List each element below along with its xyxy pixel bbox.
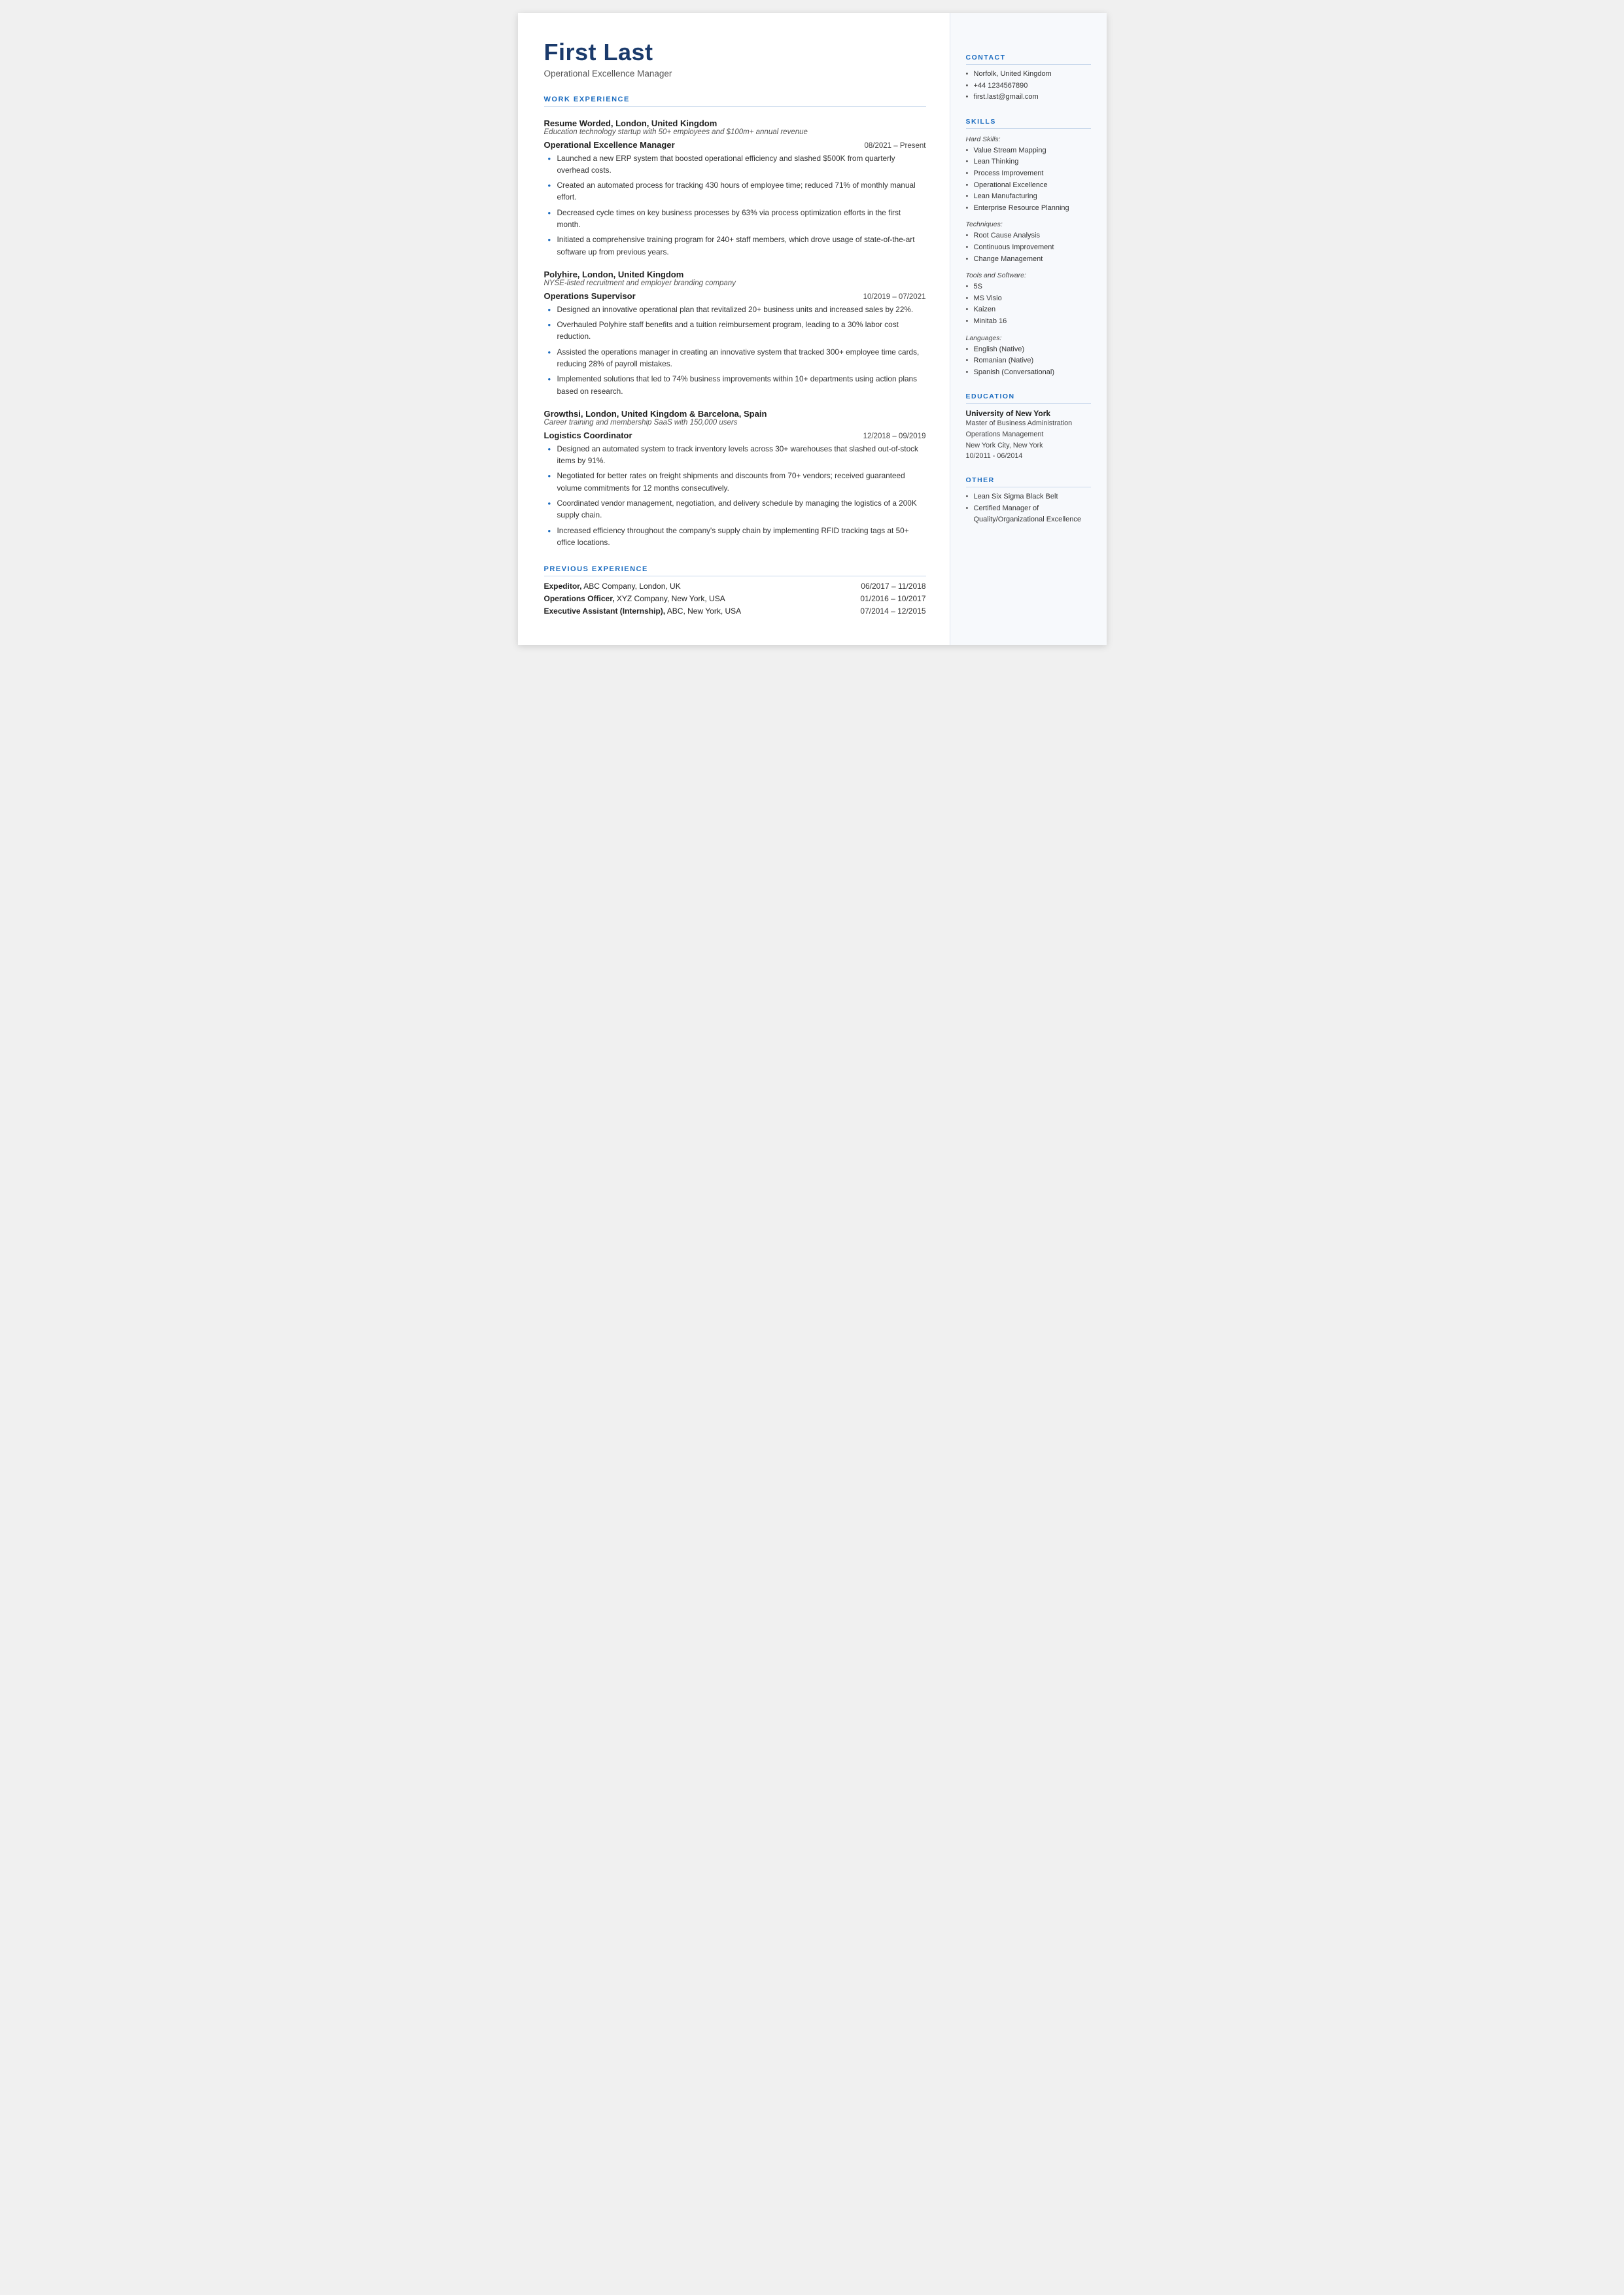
tool-kaizen: Kaizen [966,304,1091,316]
bullet-item: Coordinated vendor management, negotiati… [548,497,926,521]
prev-exp-1-date: 06/2017 – 11/2018 [861,582,925,591]
job-2-date: 10/2019 – 07/2021 [863,293,926,301]
skill-continuous-improvement: Continuous Improvement [966,242,1091,254]
company-1-desc: Education technology startup with 50+ em… [544,128,926,136]
skill-process-improvement: Process Improvement [966,168,1091,180]
bullet-item: Launched a new ERP system that boosted o… [548,152,926,177]
company-2-name: Polyhire, London, United Kingdom [544,270,926,279]
prev-exp-3-date: 07/2014 – 12/2015 [860,606,925,616]
other-section-title: OTHER [966,476,1091,487]
contact-email: first.last@gmail.com [966,92,1091,103]
other-list: Lean Six Sigma Black Belt Certified Mana… [966,491,1091,526]
previous-experience-list: Expeditor, ABC Company, London, UK 06/20… [544,582,926,616]
bullet-item: Created an automated process for trackin… [548,179,926,203]
job-1-role-row: Operational Excellence Manager 08/2021 –… [544,140,926,150]
bullet-item: Decreased cycle times on key business pr… [548,207,926,231]
skill-change-management: Change Management [966,254,1091,266]
tools-list: 5S MS Visio Kaizen Minitab 16 [966,281,1091,327]
company-3-rest: London, United Kingdom & Barcelona, Spai… [583,409,767,419]
company-3-bold: Growthsi, [544,409,583,419]
edu-degree: Master of Business Administration [966,418,1091,429]
edu-dates: 10/2011 - 06/2014 [966,451,1091,462]
other-lssbb: Lean Six Sigma Black Belt [966,491,1091,503]
prev-exp-row-1: Expeditor, ABC Company, London, UK 06/20… [544,582,926,591]
edu-field: Operations Management [966,429,1091,440]
skill-lean-thinking: Lean Thinking [966,156,1091,168]
company-2-desc: NYSE-listed recruitment and employer bra… [544,279,926,287]
prev-exp-3-left: Executive Assistant (Internship), ABC, N… [544,606,742,616]
techniques-label: Techniques: [966,220,1091,228]
tools-label: Tools and Software: [966,272,1091,279]
edu-school: University of New York [966,409,1091,418]
company-1-rest: London, United Kingdom [613,118,717,128]
job-3-bullets: Designed an automated system to track in… [544,443,926,548]
full-name: First Last [544,39,926,65]
prev-exp-row-2: Operations Officer, XYZ Company, New Yor… [544,594,926,603]
tool-minitab: Minitab 16 [966,316,1091,328]
skill-op-excellence: Operational Excellence [966,180,1091,192]
company-3-desc: Career training and membership SaaS with… [544,419,926,427]
skill-rca: Root Cause Analysis [966,230,1091,242]
hard-skills-label: Hard Skills: [966,135,1091,143]
job-2: Polyhire, London, United Kingdom NYSE-li… [544,270,926,397]
bullet-item: Designed an innovative operational plan … [548,304,926,315]
other-cmq: Certified Manager of Quality/Organizatio… [966,503,1091,526]
contact-list: Norfolk, United Kingdom +44 1234567890 f… [966,69,1091,103]
job-3-date: 12/2018 – 09/2019 [863,432,926,440]
header: First Last Operational Excellence Manage… [544,39,926,79]
job-2-bullets: Designed an innovative operational plan … [544,304,926,397]
work-experience-section-title: WORK EXPERIENCE [544,96,926,107]
contact-location: Norfolk, United Kingdom [966,69,1091,80]
edu-location: New York City, New York [966,440,1091,451]
company-1-name: Resume Worded, London, United Kingdom [544,118,926,128]
sidebar: CONTACT Norfolk, United Kingdom +44 1234… [950,13,1107,645]
skills-section-title: SKILLS [966,118,1091,129]
languages-label: Languages: [966,334,1091,342]
lang-spanish: Spanish (Conversational) [966,367,1091,379]
contact-section-title: CONTACT [966,54,1091,65]
bullet-item: Overhauled Polyhire staff benefits and a… [548,319,926,343]
job-1-date: 08/2021 – Present [865,142,926,150]
job-title: Operational Excellence Manager [544,69,926,79]
previous-experience-section-title: PREVIOUS EXPERIENCE [544,565,926,576]
lang-romanian: Romanian (Native) [966,355,1091,367]
hard-skills-list: Value Stream Mapping Lean Thinking Proce… [966,145,1091,215]
bullet-item: Negotiated for better rates on freight s… [548,470,926,494]
job-1-bullets: Launched a new ERP system that boosted o… [544,152,926,258]
job-3-role-row: Logistics Coordinator 12/2018 – 09/2019 [544,430,926,440]
prev-exp-2-left: Operations Officer, XYZ Company, New Yor… [544,594,725,603]
prev-exp-row-3: Executive Assistant (Internship), ABC, N… [544,606,926,616]
prev-exp-2-date: 01/2016 – 10/2017 [860,594,925,603]
job-3-role: Logistics Coordinator [544,430,632,440]
company-1-bold: Resume Worded, [544,118,613,128]
skill-vsm: Value Stream Mapping [966,145,1091,157]
languages-list: English (Native) Romanian (Native) Spani… [966,344,1091,379]
tool-5s: 5S [966,281,1091,293]
lang-english: English (Native) [966,344,1091,356]
bullet-item: Increased efficiency throughout the comp… [548,525,926,549]
job-3: Growthsi, London, United Kingdom & Barce… [544,409,926,548]
job-1: Resume Worded, London, United Kingdom Ed… [544,118,926,258]
education-block: University of New York Master of Busines… [966,409,1091,462]
prev-exp-1-left: Expeditor, ABC Company, London, UK [544,582,681,591]
contact-phone: +44 1234567890 [966,80,1091,92]
bullet-item: Assisted the operations manager in creat… [548,346,926,370]
company-2-rest: London, United Kingdom [579,270,683,279]
tool-ms-visio: MS Visio [966,293,1091,305]
company-3-name: Growthsi, London, United Kingdom & Barce… [544,409,926,419]
job-1-role: Operational Excellence Manager [544,140,675,150]
job-2-role: Operations Supervisor [544,291,636,301]
skill-lean-manufacturing: Lean Manufacturing [966,191,1091,203]
techniques-list: Root Cause Analysis Continuous Improveme… [966,230,1091,265]
bullet-item: Initiated a comprehensive training progr… [548,234,926,258]
job-2-role-row: Operations Supervisor 10/2019 – 07/2021 [544,291,926,301]
main-column: First Last Operational Excellence Manage… [518,13,950,645]
skill-erp: Enterprise Resource Planning [966,203,1091,215]
education-section-title: EDUCATION [966,393,1091,404]
resume-container: First Last Operational Excellence Manage… [518,13,1107,645]
bullet-item: Implemented solutions that led to 74% bu… [548,373,926,397]
company-2-bold: Polyhire, [544,270,580,279]
bullet-item: Designed an automated system to track in… [548,443,926,467]
